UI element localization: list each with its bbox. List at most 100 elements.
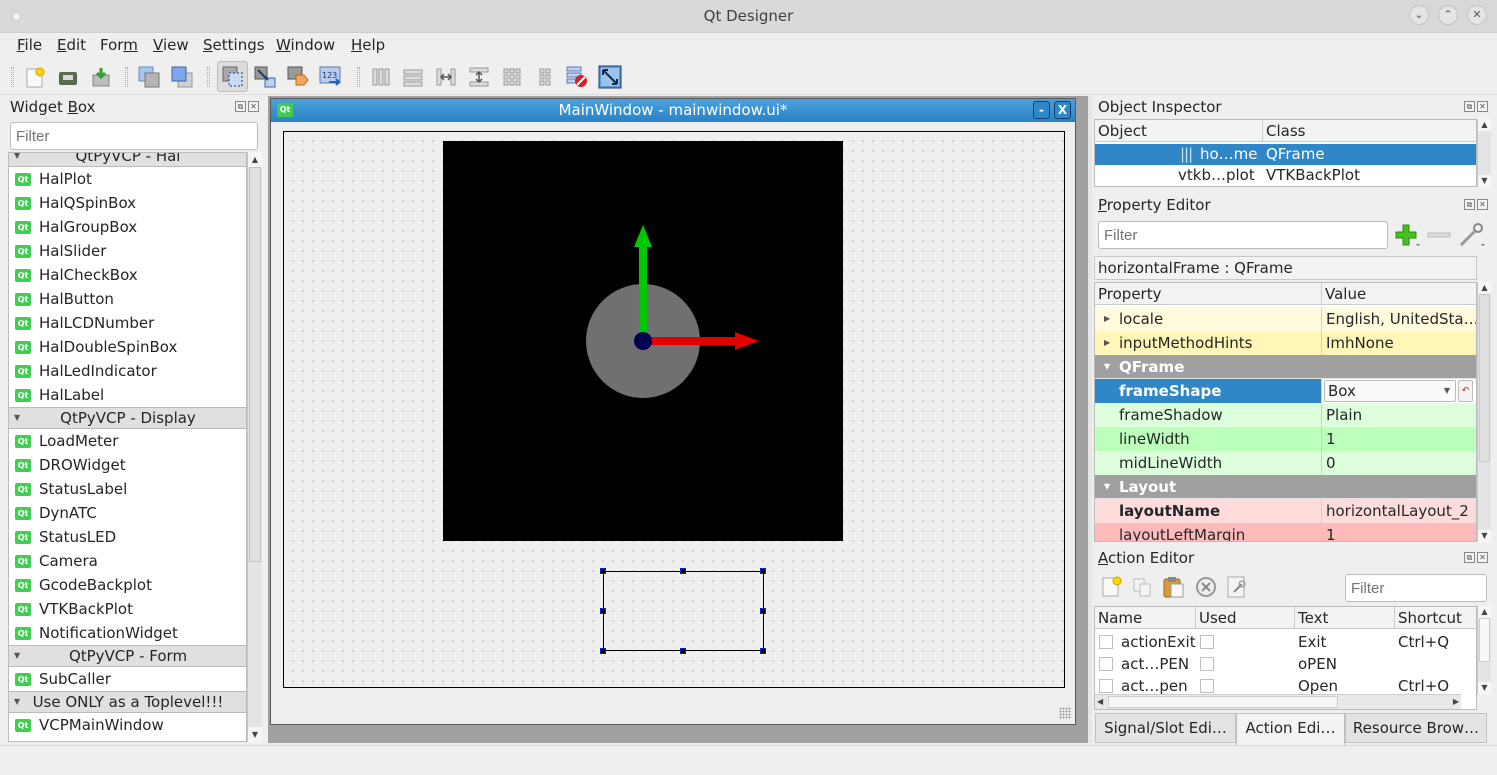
paste-action-button[interactable]: [1162, 574, 1186, 600]
property-row[interactable]: lineWidth 1: [1095, 427, 1476, 451]
widget-box-filter-input[interactable]: [10, 122, 258, 150]
property-name[interactable]: frameShape: [1095, 379, 1322, 403]
widget-list-item[interactable]: Qt SubCaller: [9, 667, 246, 691]
property-name[interactable]: midLineWidth: [1095, 451, 1322, 475]
widget-list-item[interactable]: Qt NotificationWidget: [9, 621, 246, 645]
widget-list-item[interactable]: Qt HalButton: [9, 287, 246, 311]
resize-handle[interactable]: [760, 648, 766, 654]
scrollbar-thumb[interactable]: [1479, 294, 1490, 462]
float-icon[interactable]: ⧉: [1464, 101, 1475, 112]
property-row[interactable]: frameShadow Plain: [1095, 403, 1476, 427]
widget-list-item[interactable]: Qt HalQSpinBox: [9, 191, 246, 215]
menu-view[interactable]: View: [153, 33, 189, 57]
form-window-title-bar[interactable]: Qt MainWindow - mainwindow.ui* - X: [271, 99, 1075, 122]
menu-form[interactable]: Form: [100, 33, 138, 57]
scroll-up-icon[interactable]: ▲: [1478, 282, 1491, 294]
float-icon[interactable]: ⧉: [1464, 552, 1475, 563]
scroll-right-icon[interactable]: ▶: [1453, 695, 1459, 708]
widget-list-item[interactable]: Qt VCPMainWindow: [9, 713, 246, 737]
resize-handle[interactable]: [680, 568, 686, 574]
save-form-button[interactable]: [87, 63, 115, 91]
scroll-up-icon[interactable]: ▲: [248, 152, 262, 167]
widget-list-item[interactable]: Qt DROWidget: [9, 453, 246, 477]
break-layout-button[interactable]: [563, 63, 591, 91]
expand-arrow-icon[interactable]: ▶: [1104, 307, 1110, 331]
delete-action-button[interactable]: [1194, 574, 1218, 600]
close-icon[interactable]: ✕: [248, 101, 259, 112]
widget-list-item[interactable]: Qt HalCheckBox: [9, 263, 246, 287]
new-form-button[interactable]: [21, 63, 49, 91]
horizontal-frame-selected[interactable]: [603, 571, 764, 651]
property-value[interactable]: Box ▼ ↶: [1322, 379, 1476, 403]
toolbar-grip[interactable]: [11, 67, 14, 87]
column-header-object[interactable]: Object: [1095, 120, 1263, 142]
reset-property-button[interactable]: ↶: [1458, 380, 1473, 402]
property-row[interactable]: layoutLeftMargin 1: [1095, 523, 1476, 541]
property-value[interactable]: English, UnitedSta…: [1322, 307, 1476, 331]
property-group[interactable]: ▼ QFrame: [1095, 355, 1476, 379]
property-value[interactable]: 1: [1322, 427, 1476, 451]
close-button[interactable]: ✕: [1467, 5, 1487, 25]
resize-handle[interactable]: [600, 648, 606, 654]
widget-list-item[interactable]: Qt HalDoubleSpinBox: [9, 335, 246, 359]
action-row[interactable]: act…PEN oPEN: [1095, 653, 1461, 675]
widget-category[interactable]: ▼ QtPyVCP - Hal: [9, 153, 246, 167]
action-row[interactable]: actionExit Exit Ctrl+Q: [1095, 631, 1461, 653]
adjust-size-button[interactable]: [596, 63, 624, 91]
close-icon[interactable]: ✕: [1477, 552, 1488, 563]
widget-list-item[interactable]: Qt HalLedIndicator: [9, 359, 246, 383]
resize-handle[interactable]: [600, 568, 606, 574]
bring-to-front-button[interactable]: [168, 63, 196, 91]
widget-category[interactable]: ▼ QtPyVCP - Form: [9, 645, 246, 667]
copy-action-button[interactable]: [1131, 574, 1155, 600]
close-icon[interactable]: ✕: [1477, 199, 1488, 210]
widget-list-item[interactable]: Qt StatusLabel: [9, 477, 246, 501]
column-header-text[interactable]: Text: [1295, 607, 1395, 629]
column-header-property[interactable]: Property: [1095, 283, 1322, 305]
property-value[interactable]: horizontalLayout_2: [1322, 499, 1476, 523]
new-action-button[interactable]: [1100, 574, 1124, 600]
property-row[interactable]: ▶ locale English, UnitedSta…: [1095, 307, 1476, 331]
widget-category[interactable]: ▼ Use ONLY as a Toplevel!!!: [9, 691, 246, 713]
edit-widgets-button[interactable]: [217, 61, 248, 92]
configure-button[interactable]: [1458, 222, 1486, 248]
widget-list-item[interactable]: Qt DynATC: [9, 501, 246, 525]
object-inspector-scrollbar[interactable]: ▲ ▼: [1477, 119, 1491, 187]
open-form-button[interactable]: [54, 63, 82, 91]
property-row[interactable]: ▶ inputMethodHints ImhNone: [1095, 331, 1476, 355]
layout-horizontal-button[interactable]: [367, 63, 395, 91]
widget-list-item[interactable]: Qt HalLCDNumber: [9, 311, 246, 335]
action-used-checkbox[interactable]: [1200, 679, 1214, 693]
column-header-used[interactable]: Used: [1196, 607, 1295, 629]
edit-tab-order-button[interactable]: 123: [317, 63, 345, 91]
property-table-scrollbar[interactable]: ▲ ▼: [1477, 282, 1491, 542]
vtk-backplot-widget[interactable]: [443, 141, 843, 541]
tab-signal-slot-editor[interactable]: Signal/Slot Edi…: [1095, 713, 1236, 743]
tab-action-editor[interactable]: Action Edi…: [1236, 713, 1345, 745]
close-icon[interactable]: ✕: [1477, 101, 1488, 112]
add-dynamic-property-button[interactable]: [1394, 222, 1422, 248]
scrollbar-thumb[interactable]: [249, 167, 261, 562]
menu-window[interactable]: Window: [276, 33, 335, 57]
remove-dynamic-property-button[interactable]: [1426, 222, 1452, 248]
form-minimize-button[interactable]: -: [1033, 101, 1050, 119]
property-value[interactable]: 1: [1322, 523, 1476, 541]
action-used-checkbox[interactable]: [1200, 657, 1214, 671]
scroll-down-icon[interactable]: ▼: [1478, 530, 1491, 542]
menu-help[interactable]: Help: [351, 33, 385, 57]
layout-horizontal-splitter-button[interactable]: [432, 63, 460, 91]
property-value[interactable]: ImhNone: [1322, 331, 1476, 355]
scroll-left-icon[interactable]: ◀: [1097, 695, 1103, 708]
layout-grid-button[interactable]: [498, 63, 526, 91]
widget-list-item[interactable]: Qt HalSlider: [9, 239, 246, 263]
layout-vertical-button[interactable]: [399, 63, 427, 91]
action-table-hscrollbar[interactable]: ◀ ▶: [1095, 694, 1461, 709]
column-header-class[interactable]: Class: [1263, 120, 1476, 142]
widget-list-item[interactable]: Qt Camera: [9, 549, 246, 573]
scrollbar-thumb[interactable]: [1108, 696, 1338, 708]
configure-action-button[interactable]: [1225, 574, 1251, 600]
edit-signals-slots-button[interactable]: [251, 63, 279, 91]
scroll-down-icon[interactable]: ▼: [248, 727, 262, 742]
widget-list-item[interactable]: Qt LoadMeter: [9, 429, 246, 453]
minimize-button[interactable]: ⌄: [1409, 5, 1429, 25]
